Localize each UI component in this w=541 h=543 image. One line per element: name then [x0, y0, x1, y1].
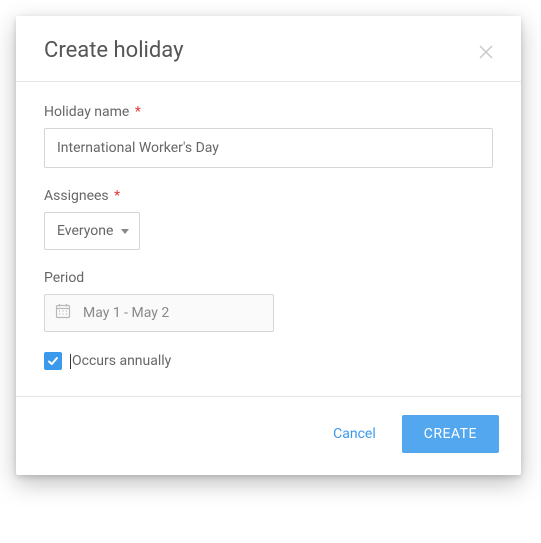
modal-body: Holiday name * Assignees * Everyone Peri… — [16, 82, 521, 396]
assignees-label: Assignees * — [44, 188, 493, 204]
close-icon[interactable] — [479, 44, 493, 58]
annual-label: Occurs annually — [72, 353, 171, 369]
cancel-button[interactable]: Cancel — [329, 418, 380, 450]
create-holiday-modal: Create holiday Holiday name * Assignees … — [16, 16, 521, 475]
holiday-name-field: Holiday name * — [44, 104, 493, 168]
calendar-icon — [55, 303, 71, 323]
required-marker: * — [135, 104, 141, 120]
assignees-label-text: Assignees — [44, 188, 109, 204]
period-input[interactable]: May 1 - May 2 — [44, 294, 274, 332]
annual-checkbox[interactable] — [44, 352, 62, 370]
chevron-down-icon — [121, 229, 129, 234]
assignees-field: Assignees * Everyone — [44, 188, 493, 250]
annual-label-text: Occurs annually — [72, 353, 171, 369]
assignees-selected-value: Everyone — [57, 223, 113, 239]
required-marker: * — [114, 188, 120, 204]
modal-title: Create holiday — [44, 38, 184, 63]
modal-footer: Cancel CREATE — [16, 396, 521, 475]
period-field: Period May 1 - — [44, 270, 493, 332]
holiday-name-label-text: Holiday name — [44, 104, 129, 120]
text-cursor — [70, 354, 71, 369]
period-label: Period — [44, 270, 493, 286]
period-value: May 1 - May 2 — [83, 305, 169, 321]
holiday-name-input[interactable] — [44, 128, 493, 168]
modal-header: Create holiday — [16, 16, 521, 82]
create-button[interactable]: CREATE — [402, 415, 499, 453]
assignees-select[interactable]: Everyone — [44, 212, 140, 250]
annual-field: Occurs annually — [44, 352, 493, 370]
holiday-name-label: Holiday name * — [44, 104, 493, 120]
